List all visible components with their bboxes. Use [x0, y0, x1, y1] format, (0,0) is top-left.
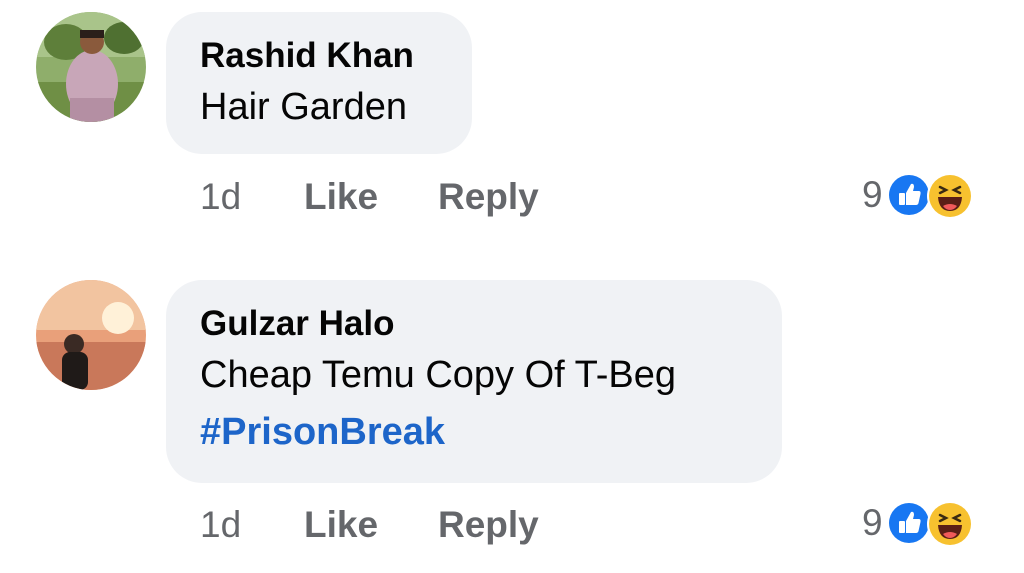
comment-actions: 1d Like Reply	[200, 172, 539, 222]
reply-button[interactable]: Reply	[438, 172, 539, 222]
comment-age[interactable]: 1d	[200, 500, 304, 550]
haha-icon	[926, 501, 973, 547]
comment-bubble: Gulzar Halo Cheap Temu Copy Of T-Beg #Pr…	[166, 280, 782, 483]
like-icon	[886, 501, 931, 545]
reaction-count: 9	[862, 502, 883, 543]
haha-icon	[926, 173, 973, 219]
comment-age[interactable]: 1d	[200, 172, 304, 222]
reaction-summary[interactable]: 9	[862, 170, 987, 220]
hashtag-link[interactable]: #PrisonBreak	[200, 404, 748, 460]
avatar-photo	[36, 12, 146, 122]
like-button[interactable]: Like	[304, 500, 438, 550]
reply-button[interactable]: Reply	[438, 500, 539, 550]
reaction-icons	[886, 499, 987, 547]
like-icon	[886, 173, 931, 217]
avatar[interactable]	[36, 12, 146, 122]
avatar-photo	[36, 280, 146, 390]
comment-author[interactable]: Rashid Khan	[200, 34, 438, 78]
reaction-summary[interactable]: 9	[862, 498, 987, 548]
comment-actions: 1d Like Reply	[200, 500, 539, 550]
avatar[interactable]	[36, 280, 146, 390]
reaction-count: 9	[862, 174, 883, 215]
reaction-icons	[886, 171, 987, 219]
comment-text: Hair Garden	[200, 86, 407, 128]
comment-author[interactable]: Gulzar Halo	[200, 302, 748, 346]
comment-bubble: Rashid Khan Hair Garden	[166, 12, 472, 154]
like-button[interactable]: Like	[304, 172, 438, 222]
comment-text: Cheap Temu Copy Of T-Beg	[200, 354, 676, 396]
